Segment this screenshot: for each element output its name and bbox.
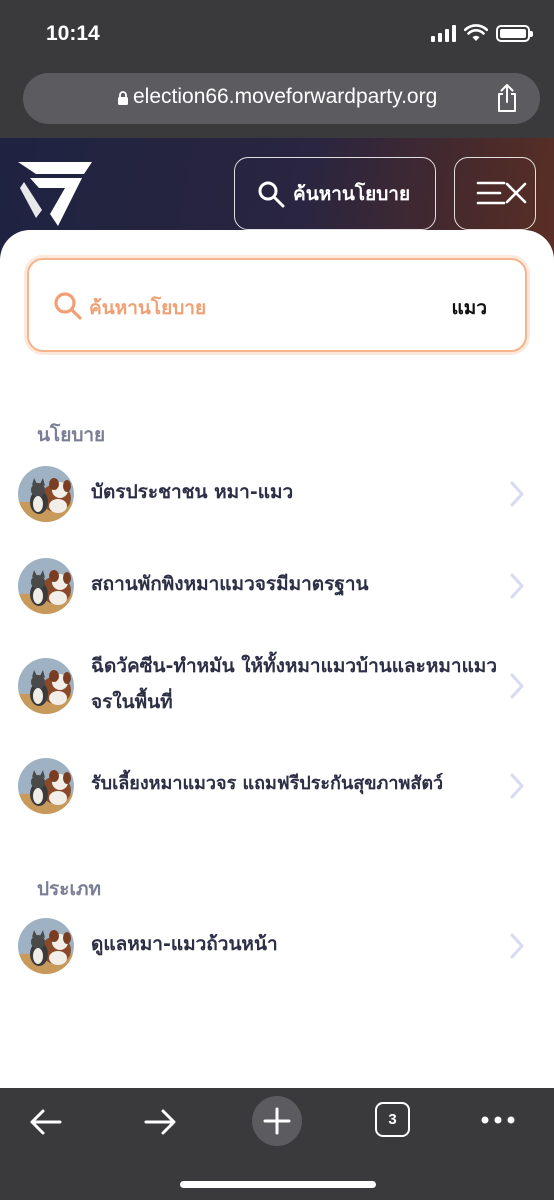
address-bar[interactable]: election66.moveforwardparty.org [23,73,540,124]
more-icon[interactable] [480,1110,516,1130]
avatar [18,658,74,714]
cellular-signal-icon [431,24,456,42]
list-item[interactable]: รับเลี้ยงหมาแมวจร แถมฟรีประกันสุขภาพสัตว… [0,756,554,816]
status-time: 10:14 [46,22,100,45]
avatar [18,558,74,614]
result-title: ดูแลหมา-แมวถ้วนหน้า [91,933,278,955]
search-icon [258,181,285,207]
result-title: สถานพักพิงหมาแมวจรมีมาตรฐาน [91,573,369,595]
url-text[interactable]: election66.moveforwardparty.org [133,85,437,109]
section-label-category: ประเภท [37,878,102,900]
tabs-button[interactable]: 3 [375,1102,410,1137]
battery-icon [496,24,533,42]
search-value[interactable]: แมว [452,293,487,323]
party-logo[interactable] [18,162,94,226]
share-icon[interactable] [494,83,520,113]
arrow-right-icon[interactable] [142,1104,178,1140]
chevron-right-icon [510,673,524,699]
wifi-icon [464,24,488,41]
status-bar: 10:14 [0,0,554,64]
search-placeholder: ค้นหานโยบาย [89,297,207,319]
section-label-policy: นโยบาย [37,424,106,446]
chevron-right-icon [510,773,524,799]
header-search-button[interactable]: ค้นหานโยบาย [234,157,436,230]
menu-close-button[interactable] [454,157,536,230]
chevron-right-icon [510,573,524,599]
result-title: ฉีดวัคซีน-ทำหมัน ให้ทั้งหมาแมวบ้านและหมา… [91,655,498,713]
home-indicator[interactable] [180,1181,376,1188]
list-item[interactable]: ฉีดวัคซีน-ทำหมัน ให้ทั้งหมาแมวบ้านและหมา… [0,648,554,728]
chevron-right-icon [510,481,524,507]
avatar [18,466,74,522]
lock-icon [118,91,128,105]
header-search-label: ค้นหานโยบาย [293,182,411,205]
menu-close-icon [476,181,527,205]
search-input[interactable]: ค้นหานโยบาย แมว [27,258,527,352]
arrow-left-icon[interactable] [28,1104,64,1140]
result-title: บัตรประชาชน หมา-แมว [91,481,294,503]
chevron-right-icon [510,933,524,959]
result-title: รับเลี้ยงหมาแมวจร แถมฟรีประกันสุขภาพสัตว… [91,773,444,794]
status-icons [431,24,533,42]
search-icon [54,292,82,320]
plus-icon[interactable] [251,1095,303,1147]
browser-top-chrome: 10:14 election66.moveforwardparty.org [0,0,554,138]
list-item[interactable]: บัตรประชาชน หมา-แมว [0,464,554,524]
avatar [18,918,74,974]
list-item[interactable]: สถานพักพิงหมาแมวจรมีมาตรฐาน [0,556,554,616]
search-panel: ค้นหานโยบาย แมว นโยบาย บัตรประชาชน หมา-แ… [0,230,554,1088]
list-item[interactable]: ดูแลหมา-แมวถ้วนหน้า [0,916,554,976]
avatar [18,758,74,814]
